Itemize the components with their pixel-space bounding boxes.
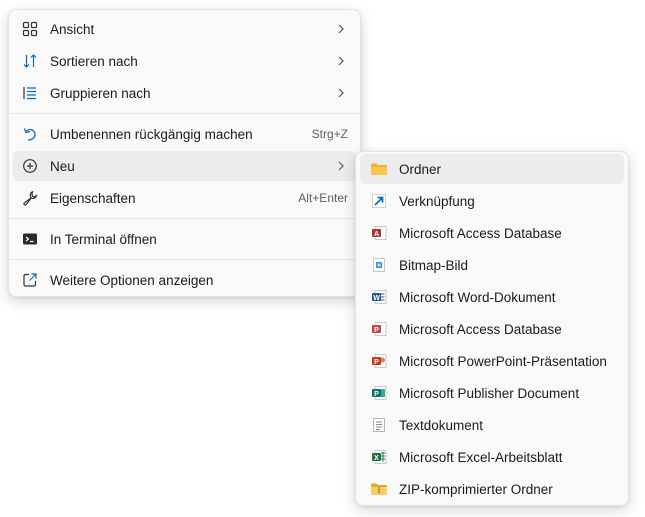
- submenu-item-zip-ordner[interactable]: ZIP-komprimierter Ordner: [360, 474, 624, 504]
- chevron-right-icon: [336, 56, 346, 66]
- sort-icon: [21, 52, 39, 70]
- submenu-item-textdokument[interactable]: Textdokument: [360, 410, 624, 440]
- menu-divider: [9, 218, 360, 219]
- submenu-item-label: Microsoft Word-Dokument: [399, 289, 556, 305]
- svg-text:P: P: [374, 359, 379, 366]
- shortcut-label: Alt+Enter: [298, 191, 348, 205]
- menu-item-label: Weitere Optionen anzeigen: [50, 272, 214, 288]
- submenu-item-excel[interactable]: X Microsoft Excel-Arbeitsblatt: [360, 442, 624, 472]
- terminal-icon: [21, 230, 39, 248]
- submenu-item-powerpoint[interactable]: P Microsoft PowerPoint-Präsentation: [360, 346, 624, 376]
- menu-divider: [9, 113, 360, 114]
- menu-item-label: Neu: [50, 158, 75, 174]
- submenu-item-bitmap-bild[interactable]: Bitmap-Bild: [360, 250, 624, 280]
- folder-icon: [370, 160, 388, 178]
- powerpoint-icon: P: [370, 352, 388, 370]
- open-external-icon: [21, 271, 39, 289]
- menu-item-more-options[interactable]: Weitere Optionen anzeigen: [13, 265, 356, 295]
- chevron-right-icon: [336, 24, 346, 34]
- submenu-item-label: Ordner: [399, 161, 442, 177]
- excel-icon: X: [370, 448, 388, 466]
- submenu-item-label: Microsoft Publisher Document: [399, 385, 580, 401]
- svg-text:P: P: [374, 391, 379, 398]
- submenu-item-ordner[interactable]: Ordner: [360, 154, 624, 184]
- access-icon: A: [370, 224, 388, 242]
- submenu-item-word-dokument[interactable]: W Microsoft Word-Dokument: [360, 282, 624, 312]
- submenu-item-label: ZIP-komprimierter Ordner: [399, 481, 553, 497]
- new-submenu: Ordner Verknüpfung A Microsoft Access Da…: [355, 151, 629, 506]
- undo-icon: [21, 125, 39, 143]
- svg-text:P: P: [374, 327, 379, 334]
- menu-item-label: Gruppieren nach: [50, 85, 151, 101]
- svg-text:X: X: [374, 455, 379, 462]
- submenu-item-label: Microsoft PowerPoint-Präsentation: [399, 353, 607, 369]
- menu-item-label: Sortieren nach: [50, 53, 138, 69]
- text-document-icon: [370, 416, 388, 434]
- wrench-icon: [21, 189, 39, 207]
- publisher-icon: P: [370, 384, 388, 402]
- submenu-item-label: Bitmap-Bild: [399, 257, 469, 273]
- shortcut-arrow-icon: [370, 192, 388, 210]
- menu-item-neu[interactable]: Neu: [13, 151, 356, 181]
- submenu-item-label: Microsoft Access Database: [399, 225, 562, 241]
- menu-item-eigenschaften[interactable]: Eigenschaften Alt+Enter: [13, 183, 356, 213]
- menu-divider: [9, 259, 360, 260]
- menu-item-label: In Terminal öffnen: [50, 231, 157, 247]
- access-icon: P: [370, 320, 388, 338]
- menu-item-undo-rename[interactable]: Umbenennen rückgängig machen Strg+Z: [13, 119, 356, 149]
- svg-text:A: A: [374, 231, 379, 238]
- menu-item-label: Umbenennen rückgängig machen: [50, 126, 253, 142]
- view-grid-icon: [21, 20, 39, 38]
- zip-folder-icon: [370, 480, 388, 498]
- context-menu: Ansicht Sortieren nach Gruppieren nach U…: [8, 9, 361, 297]
- menu-item-label: Eigenschaften: [50, 190, 136, 206]
- menu-item-open-terminal[interactable]: In Terminal öffnen: [13, 224, 356, 254]
- menu-item-ansicht[interactable]: Ansicht: [13, 14, 356, 44]
- plus-circle-icon: [21, 157, 39, 175]
- menu-item-label: Ansicht: [50, 21, 95, 37]
- shortcut-label: Strg+Z: [311, 127, 348, 141]
- menu-item-gruppieren-nach[interactable]: Gruppieren nach: [13, 78, 356, 108]
- svg-text:W: W: [373, 295, 380, 302]
- chevron-right-icon: [336, 88, 346, 98]
- submenu-item-label: Microsoft Excel-Arbeitsblatt: [399, 449, 563, 465]
- submenu-item-access-database[interactable]: A Microsoft Access Database: [360, 218, 624, 248]
- submenu-item-label: Textdokument: [399, 417, 484, 433]
- group-list-icon: [21, 84, 39, 102]
- submenu-item-label: Microsoft Access Database: [399, 321, 562, 337]
- submenu-item-access-database-2[interactable]: P Microsoft Access Database: [360, 314, 624, 344]
- bitmap-icon: [370, 256, 388, 274]
- chevron-right-icon: [336, 161, 346, 171]
- submenu-item-verknuepfung[interactable]: Verknüpfung: [360, 186, 624, 216]
- word-icon: W: [370, 288, 388, 306]
- submenu-item-publisher[interactable]: P Microsoft Publisher Document: [360, 378, 624, 408]
- submenu-item-label: Verknüpfung: [399, 193, 475, 209]
- menu-item-sortieren-nach[interactable]: Sortieren nach: [13, 46, 356, 76]
